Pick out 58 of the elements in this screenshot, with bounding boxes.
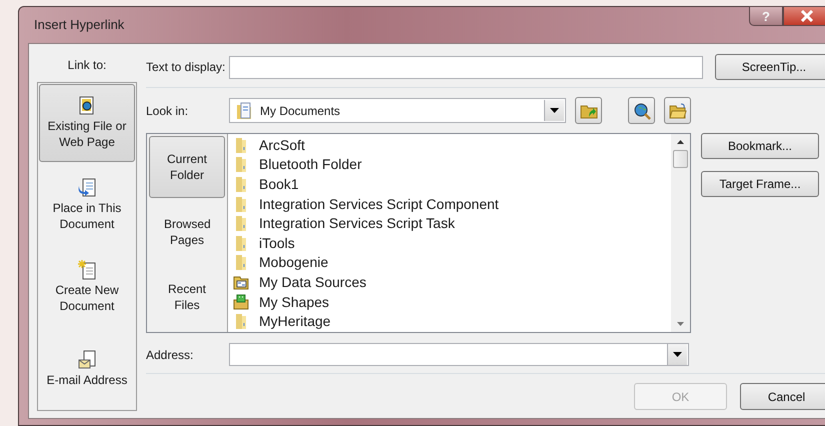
file-name[interactable]: Integration Services Script Task bbox=[259, 215, 455, 232]
globe-magnifier-icon bbox=[632, 102, 650, 120]
folder-icon bbox=[233, 313, 249, 330]
look-in-label: Look in: bbox=[146, 104, 190, 118]
file-name[interactable]: Mobogenie bbox=[259, 254, 328, 270]
documents-folder-icon bbox=[236, 102, 252, 120]
document-arrow-icon bbox=[78, 178, 96, 198]
link-type-item[interactable]: Existing File or Web Page bbox=[39, 84, 135, 162]
document-envelope-icon bbox=[78, 350, 96, 370]
scrollbar[interactable] bbox=[671, 134, 690, 332]
browse-file-button[interactable] bbox=[664, 97, 691, 124]
close-button[interactable] bbox=[783, 6, 825, 26]
file-name[interactable]: My Shapes bbox=[259, 294, 330, 310]
file-name[interactable]: Bluetooth Folder bbox=[259, 156, 362, 172]
file-name[interactable]: ArcSoft bbox=[259, 136, 305, 153]
link-type-item[interactable]: E-mail Address bbox=[39, 330, 135, 408]
text-to-display-field[interactable] bbox=[229, 56, 703, 78]
data-folder-icon bbox=[233, 274, 249, 290]
folder-up-arrow-icon bbox=[580, 102, 598, 118]
file-name[interactable]: Book1 bbox=[259, 176, 299, 192]
dropdown-arrow-icon bbox=[550, 108, 559, 113]
new-document-icon bbox=[78, 260, 96, 280]
close-icon bbox=[800, 10, 814, 22]
folder-icon bbox=[233, 176, 249, 192]
folder-icon bbox=[233, 156, 249, 172]
shapes-folder-icon bbox=[233, 294, 249, 310]
file-name[interactable]: MyHeritage bbox=[259, 313, 331, 330]
text-to-display-label: Text to display: bbox=[146, 60, 226, 74]
document-globe-icon bbox=[78, 96, 96, 116]
link-to-label: Link to: bbox=[68, 58, 106, 74]
scroll-up-icon[interactable] bbox=[677, 140, 684, 144]
up-folder-button[interactable] bbox=[575, 97, 602, 124]
file-name[interactable]: My Data Sources bbox=[259, 274, 366, 290]
folder-icon bbox=[233, 234, 249, 251]
screentip-button[interactable]: ScreenTip... bbox=[715, 54, 825, 80]
scroll-thumb[interactable] bbox=[673, 150, 688, 168]
folder-icon bbox=[233, 196, 249, 212]
scroll-down-icon[interactable] bbox=[677, 322, 684, 326]
cancel-button[interactable]: Cancel bbox=[740, 383, 825, 410]
open-folder-icon bbox=[668, 102, 686, 118]
link-type-item[interactable]: Create New Document bbox=[39, 248, 135, 326]
dialog-button[interactable]: Target Frame... bbox=[701, 171, 819, 197]
address-label: Address: bbox=[146, 348, 194, 362]
link-type-item[interactable]: Place in This Document bbox=[39, 166, 135, 244]
folder-icon bbox=[233, 215, 249, 232]
window-title: Insert Hyperlink bbox=[34, 17, 124, 32]
file-name[interactable]: Integration Services Script Component bbox=[259, 196, 499, 212]
places-item[interactable]: Browsed Pages bbox=[149, 201, 225, 263]
folder-icon bbox=[233, 136, 249, 153]
address-field[interactable] bbox=[229, 343, 689, 366]
look-in-dropdown[interactable]: My Documents bbox=[229, 98, 566, 123]
dropdown-arrow-icon bbox=[673, 352, 682, 357]
file-name[interactable]: iTools bbox=[259, 234, 295, 251]
folder-icon bbox=[233, 254, 249, 270]
places-item[interactable]: Current Folder bbox=[149, 136, 225, 198]
places-item[interactable]: Recent Files bbox=[149, 266, 225, 328]
dialog-button[interactable]: Bookmark... bbox=[701, 133, 819, 159]
browse-web-button[interactable] bbox=[628, 97, 655, 124]
